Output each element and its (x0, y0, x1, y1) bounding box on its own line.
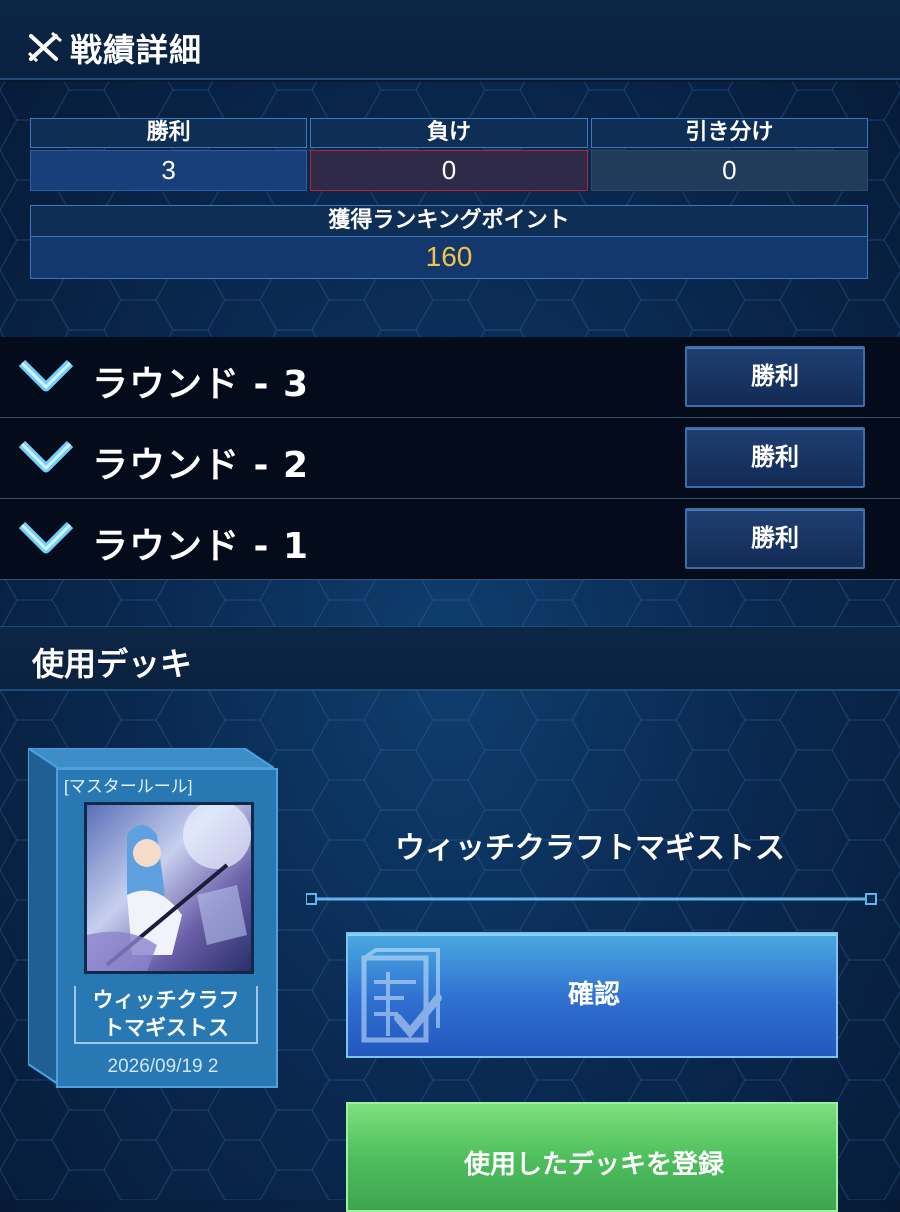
wins-value: 3 (30, 150, 308, 191)
round-result-button[interactable]: 勝利 (685, 427, 865, 488)
ranking-points-value: 160 (425, 241, 473, 272)
match-stats: 勝利 3 負け 0 引き分け 0 (30, 118, 868, 191)
deck-name: ウィッチクラフトマギストス (395, 831, 785, 866)
divider-line (306, 893, 877, 905)
deck-box-top (28, 748, 274, 769)
stat-draws: 引き分け 0 (590, 118, 868, 191)
deck-box-name-line1: ウィッチクラフ (92, 988, 240, 1012)
draws-value: 0 (590, 150, 868, 191)
crossed-swords-icon (28, 32, 62, 62)
ranking-points-label: 獲得ランキングポイント (31, 206, 867, 237)
card-art-image (87, 805, 251, 971)
losses-value: 0 (310, 150, 588, 191)
deck-rule-label: [マスタールール] (64, 777, 193, 796)
round-result-button[interactable]: 勝利 (685, 508, 865, 569)
chevron-down-icon[interactable] (18, 519, 74, 557)
ranking-points: 獲得ランキングポイント 160 (30, 205, 868, 279)
deck-box-name-line2: トマギストス (103, 1016, 229, 1040)
page-title: 戦績詳細 (70, 31, 203, 69)
draws-label: 引き分け (590, 118, 868, 148)
deck-box-name: ウィッチクラフ トマギストス (74, 986, 258, 1044)
deck-section-header: 使用デッキ (0, 626, 900, 691)
deck-section-title: 使用デッキ (32, 645, 193, 683)
round-label: ラウンド - 1 (92, 526, 310, 567)
stat-losses: 負け 0 (310, 118, 588, 191)
deck-card-art (84, 802, 254, 974)
losses-label: 負け (310, 118, 588, 148)
wins-label: 勝利 (30, 118, 308, 148)
deck-box[interactable]: [マスタールール] ウィッチクラフ トマギストス 2026/09/19 2 (28, 748, 278, 1088)
chevron-down-icon[interactable] (18, 357, 74, 395)
round-row-1[interactable]: ラウンド - 1 勝利 (0, 499, 900, 580)
confirm-button[interactable]: 確認 (346, 932, 838, 1058)
deck-box-side (28, 748, 58, 1084)
stat-wins: 勝利 3 (30, 118, 308, 191)
register-deck-button[interactable]: 使用したデッキを登録 (346, 1102, 838, 1212)
round-label: ラウンド - 3 (92, 364, 310, 405)
page-header: 戦績詳細 (0, 0, 900, 80)
round-row-2[interactable]: ラウンド - 2 勝利 (0, 418, 900, 499)
confirm-button-label: 確認 (567, 980, 620, 1010)
chevron-down-icon[interactable] (18, 438, 74, 476)
deck-date: 2026/09/19 2 (107, 1056, 219, 1077)
round-row-3[interactable]: ラウンド - 3 勝利 (0, 337, 900, 418)
round-label: ラウンド - 2 (92, 445, 310, 486)
register-deck-button-label: 使用したデッキを登録 (463, 1150, 724, 1180)
round-result-button[interactable]: 勝利 (685, 346, 865, 407)
